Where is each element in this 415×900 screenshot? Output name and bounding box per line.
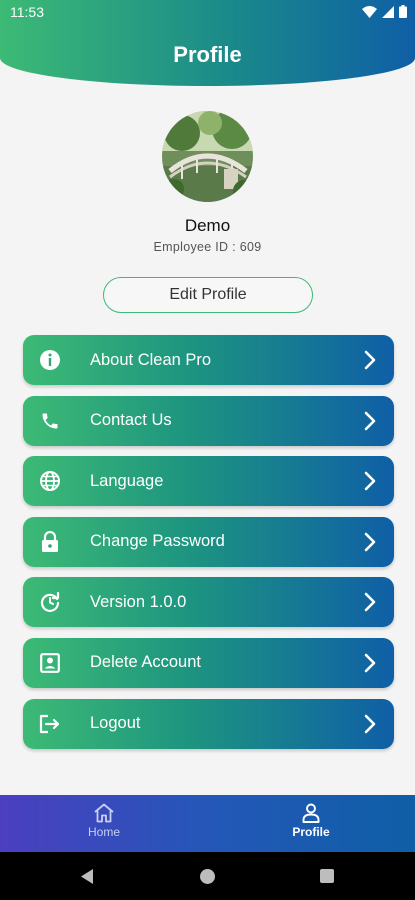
nav-item-profile[interactable]: Profile (261, 803, 361, 839)
page-title: Profile (173, 42, 242, 67)
system-nav-bar (0, 852, 415, 900)
menu-item-label: Version 1.0.0 (90, 592, 187, 611)
menu-item-label: Delete Account (90, 653, 201, 672)
globe-icon (38, 469, 62, 493)
signal-icon (382, 5, 394, 18)
avatar-image (162, 111, 253, 202)
menu-item-label: Language (90, 471, 164, 490)
bottom-nav: Home Profile (0, 795, 415, 852)
chevron-right-icon (364, 593, 376, 612)
menu-item-label: Logout (90, 714, 141, 733)
person-icon (302, 803, 320, 823)
menu-item-contact[interactable]: Contact Us (23, 395, 394, 446)
logout-icon (38, 712, 62, 736)
wifi-icon (362, 5, 377, 18)
nav-item-label: Home (87, 825, 120, 839)
chevron-right-icon (364, 532, 376, 552)
chevron-right-icon (364, 471, 376, 491)
back-icon[interactable] (79, 868, 95, 885)
menu-item-label: About Clean Pro (90, 350, 212, 369)
status-icons (362, 5, 407, 18)
menu-item-logout[interactable]: Logout (23, 698, 394, 749)
recents-icon[interactable] (319, 868, 335, 884)
chevron-right-icon (364, 350, 376, 370)
user-name: Demo (184, 216, 231, 235)
account-box-icon (38, 651, 62, 675)
menu-item-label: Contact Us (90, 411, 172, 430)
home-circle-icon[interactable] (199, 868, 216, 885)
menu-item-change-password[interactable]: Change Password (23, 516, 394, 567)
menu-item-delete-account[interactable]: Delete Account (23, 637, 394, 688)
chevron-right-icon (364, 714, 376, 733)
status-bar: 11:53 (0, 0, 415, 24)
phone-icon (38, 409, 62, 433)
status-time: 11:53 (10, 4, 44, 20)
menu-item-version[interactable]: Version 1.0.0 (23, 577, 394, 628)
home-icon (94, 803, 114, 823)
menu-item-language[interactable]: Language (23, 456, 394, 507)
update-icon (38, 590, 62, 614)
nav-item-home[interactable]: Home (54, 803, 154, 839)
menu-item-label: Change Password (90, 532, 225, 551)
lock-icon (38, 530, 62, 554)
chevron-right-icon (364, 411, 376, 430)
info-icon (38, 348, 62, 372)
menu-item-about[interactable]: About Clean Pro (23, 335, 394, 385)
employee-id: Employee ID : 609 (153, 240, 262, 254)
battery-icon (399, 5, 407, 18)
avatar[interactable] (162, 111, 253, 202)
edit-profile-button[interactable]: Edit Profile (103, 277, 313, 313)
profile-menu: About Clean Pro Contact Us Language Chan… (23, 335, 394, 759)
chevron-right-icon (364, 653, 376, 673)
header: 11:53 Profile (0, 0, 415, 86)
profile-screen: 11:53 Profile Demo Employee ID: 609 Edi… (0, 0, 415, 900)
nav-item-label: Profile (292, 825, 330, 839)
